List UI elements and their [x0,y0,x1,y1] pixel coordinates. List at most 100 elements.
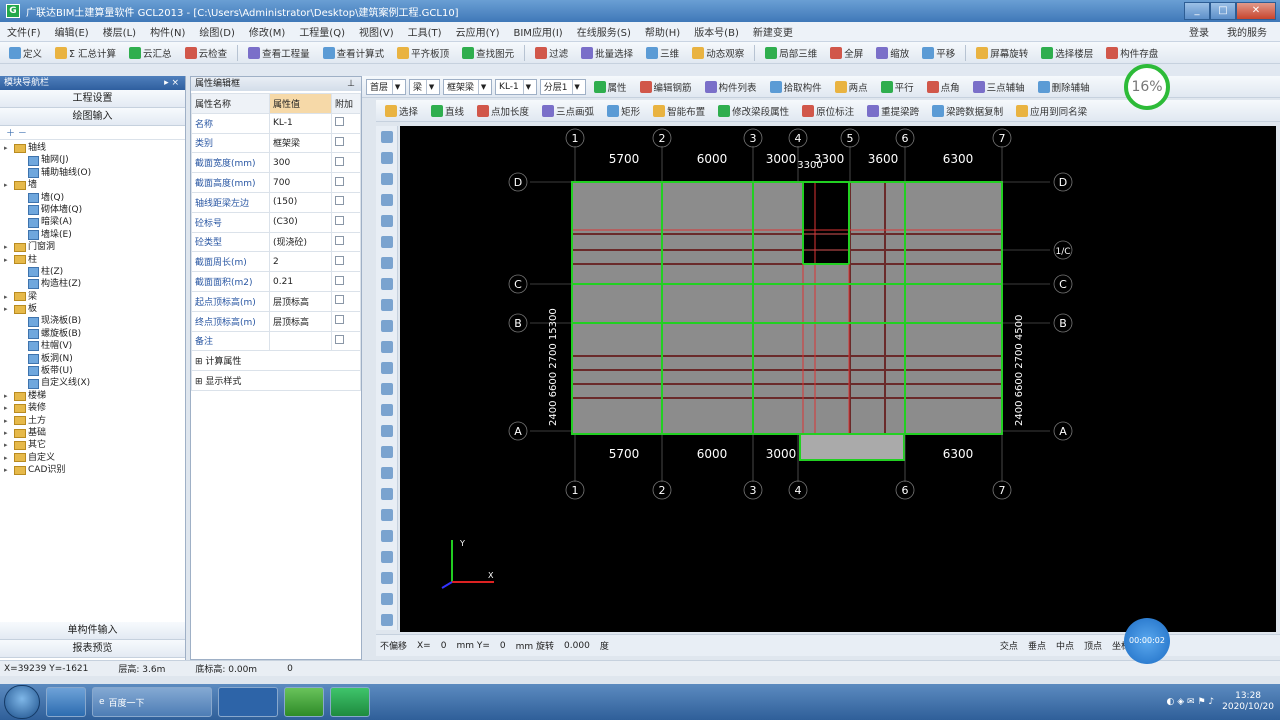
attach-checkbox[interactable] [335,235,344,245]
tree-item-12[interactable]: ▸ 梁 [4,291,185,303]
minimize-button[interactable]: _ [1184,2,1210,20]
property-row[interactable]: 轴线距梁左边 (150) [191,191,361,213]
status-item-0[interactable]: 不偏移 [380,639,407,652]
expand-icon[interactable]: ▸ [4,254,12,266]
tree-item-15[interactable]: 螺旋板(B) [4,328,185,340]
property-value[interactable]: KL-1 [269,112,332,134]
vtool-button-10[interactable] [376,336,397,357]
toolbar-button-14[interactable]: 缩放 [871,44,914,62]
tree-item-5[interactable]: 砌体墙(Q) [4,204,185,216]
vtool-button-9[interactable] [376,315,397,336]
toolbar-button-9[interactable]: 批量选择 [576,44,638,62]
property-group-row[interactable]: ⊞ 显示样式 [191,370,361,391]
combo-type[interactable]: 梁 ▼ [409,78,441,95]
taskbar-app-4[interactable] [284,687,324,717]
toolbar-button-5[interactable]: 查看计算式 [318,44,390,62]
element-button-3[interactable]: 拾取构件 [765,78,827,96]
attach-checkbox[interactable] [335,255,344,265]
tree-item-1[interactable]: 轴网(J) [4,154,185,166]
vtool-button-20[interactable] [376,546,397,567]
tree-item-18[interactable]: 板带(U) [4,365,185,377]
snap-toggle-2[interactable]: 中点 [1056,639,1074,652]
draw-button-2[interactable]: 点加长度 [472,102,534,120]
pin-icon[interactable]: ▸ × [164,76,179,90]
toolbar-button-12[interactable]: 局部三维 [760,44,822,62]
property-row[interactable]: 截面高度(mm) 700 [191,172,361,193]
property-group-row[interactable]: ⊞ 计算属性 [191,350,361,372]
start-button[interactable] [4,685,40,719]
property-value[interactable]: 层顶标高 [269,290,332,312]
toolbar-button-6[interactable]: 平齐板顶 [392,44,454,62]
draw-button-10[interactable]: 应用到同名梁 [1011,102,1092,120]
draw-button-4[interactable]: 矩形 [602,102,645,120]
property-value[interactable]: (C30) [269,211,332,233]
tree-item-21[interactable]: ▸ 装修 [4,402,185,414]
tree-item-10[interactable]: 柱(Z) [4,266,185,278]
close-button[interactable]: ✕ [1236,2,1276,20]
vtool-button-1[interactable] [376,147,397,168]
property-row[interactable]: 类别 框架梁 [191,132,361,154]
toolbar-button-8[interactable]: 过滤 [530,44,573,62]
snap-toggle-3[interactable]: 顶点 [1084,639,1102,652]
property-value[interactable]: (现浇砼) [269,231,332,253]
tree-item-8[interactable]: ▸ 门窗洞 [4,241,185,253]
tree-item-3[interactable]: ▸ 墙 [4,179,185,191]
nav-drawing-input[interactable]: 绘图输入 [0,108,185,126]
element-button-1[interactable]: 编辑钢筋 [635,78,697,96]
property-row[interactable]: 砼类型 (现浇砼) [191,231,361,253]
property-row[interactable]: 截面面积(m2) 0.21 [191,271,361,292]
draw-button-0[interactable]: 选择 [380,102,423,120]
vtool-button-7[interactable] [376,273,397,294]
vtool-button-23[interactable] [376,609,397,630]
nav-report-preview[interactable]: 报表预览 [0,640,185,658]
draw-button-5[interactable]: 智能布置 [648,102,710,120]
element-button-6[interactable]: 点角 [922,78,965,96]
vtool-button-18[interactable] [376,504,397,525]
expand-icon[interactable]: ▸ [4,179,12,191]
drawing-canvas[interactable]: 5700 6000 3000 3300 3600 6300 5700 6000 … [400,126,1276,632]
vtool-button-8[interactable] [376,294,397,315]
tree-item-14[interactable]: 现浇板(B) [4,315,185,327]
expand-icon[interactable]: ▸ [4,303,12,315]
element-button-5[interactable]: 平行 [876,78,919,96]
toolbar-button-15[interactable]: 平移 [917,44,960,62]
tree-item-16[interactable]: 柱帽(V) [4,340,185,352]
menu-item-11[interactable]: 在线服务(S) [570,24,638,39]
property-value[interactable]: 300 [269,152,332,174]
element-button-0[interactable]: 属性 [589,78,632,96]
vtool-button-11[interactable] [376,357,397,378]
combo-floor[interactable]: 首层 ▼ [366,78,407,95]
toolbar-button-7[interactable]: 查找图元 [457,44,519,62]
property-row[interactable]: 截面宽度(mm) 300 [191,152,361,174]
draw-button-1[interactable]: 直线 [426,102,469,120]
toolbar-button-13[interactable]: 全屏 [825,44,868,62]
tree-item-22[interactable]: ▸ 土方 [4,415,185,427]
toolbar-button-11[interactable]: 动态观察 [687,44,749,62]
vtool-button-6[interactable] [376,252,397,273]
maximize-button[interactable]: □ [1210,2,1236,20]
vtool-button-12[interactable] [376,378,397,399]
expand-icon[interactable]: ▸ [4,142,12,154]
property-value[interactable]: 层顶标高 [269,310,332,332]
menu-item-10[interactable]: BIM应用(I) [507,24,570,39]
menu-item-12[interactable]: 帮助(H) [638,24,687,39]
attach-checkbox[interactable] [335,176,344,186]
draw-button-7[interactable]: 原位标注 [797,102,859,120]
property-value[interactable] [269,330,332,352]
expand-icon[interactable]: ▸ [4,402,12,414]
attach-checkbox[interactable] [335,315,344,325]
vtool-button-15[interactable] [376,441,397,462]
expand-icon[interactable]: ▸ [4,439,12,451]
vtool-button-19[interactable] [376,525,397,546]
tree-item-9[interactable]: ▸ 柱 [4,254,185,266]
toolbar-button-1[interactable]: Σ 汇总计算 [50,44,121,62]
tree-item-20[interactable]: ▸ 楼梯 [4,390,185,402]
toolbar-button-17[interactable]: 选择楼层 [1036,44,1098,62]
property-group[interactable]: ⊞ 计算属性 [191,350,361,372]
property-value[interactable]: 框架梁 [269,132,332,154]
vtool-button-5[interactable] [376,231,397,252]
element-button-2[interactable]: 构件列表 [700,78,762,96]
taskbar-app-3[interactable] [218,687,278,717]
toolbar-button-10[interactable]: 三维 [641,44,684,62]
pin-icon[interactable]: ⊥ [347,77,355,91]
